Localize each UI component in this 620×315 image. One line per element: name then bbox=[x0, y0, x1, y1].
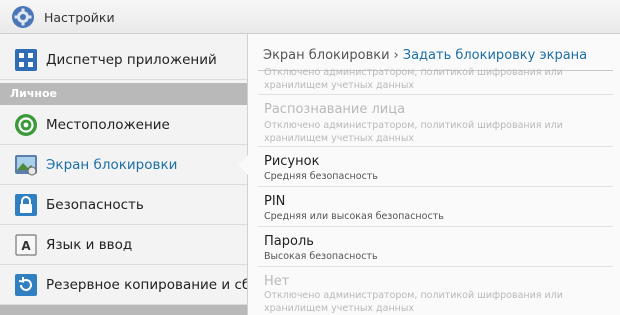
option-title: PIN bbox=[264, 194, 286, 209]
sidebar-item-language-input[interactable]: A Язык и ввод bbox=[0, 225, 247, 265]
sidebar-item-label: Язык и ввод bbox=[46, 237, 133, 253]
backup-icon bbox=[15, 274, 37, 296]
option-subtitle: Высокая безопасность bbox=[264, 251, 378, 262]
sidebar-item-lock-screen[interactable]: Экран блокировки bbox=[0, 145, 247, 185]
option-title: Распознавание лица bbox=[264, 102, 406, 117]
lock-screen-icon bbox=[15, 155, 37, 176]
option-subtitle: Отключено администратором, политикой шиф… bbox=[264, 290, 563, 314]
option-row-pattern[interactable]: Рисунок Средняя безопасность bbox=[258, 147, 613, 187]
section-header-personal: Личное bbox=[0, 83, 247, 105]
location-icon bbox=[15, 114, 37, 136]
sidebar-item-security[interactable]: Безопасность bbox=[0, 185, 247, 225]
breadcrumb-parent[interactable]: Экран блокировки bbox=[263, 48, 390, 63]
option-row-pin[interactable]: PIN Средняя или высокая безопасность bbox=[258, 187, 613, 227]
option-title: Рисунок bbox=[264, 154, 320, 169]
detail-pane: Экран блокировки › Задать блокировку экран… bbox=[248, 34, 620, 315]
sidebar-item-app-manager[interactable]: Диспетчер приложений bbox=[0, 40, 247, 80]
option-subtitle: Отключено администратором, политикой шиф… bbox=[264, 120, 563, 144]
section-header-next bbox=[0, 305, 247, 315]
option-title: Нет bbox=[264, 274, 290, 289]
sidebar-item-label: Резервное копирование и сб... bbox=[46, 277, 247, 293]
selection-pointer bbox=[238, 155, 248, 175]
breadcrumb: Экран блокировки › Задать блокировку экран… bbox=[263, 48, 587, 63]
padlock-icon bbox=[15, 194, 37, 216]
option-row-password[interactable]: Пароль Высокая безопасность bbox=[258, 227, 613, 267]
breadcrumb-separator: › bbox=[393, 48, 399, 63]
settings-sidebar: Диспетчер приложений Личное Местоположен… bbox=[0, 34, 247, 315]
action-bar: Настройки bbox=[0, 0, 620, 34]
keyboard-a-icon: A bbox=[15, 234, 37, 256]
option-subtitle: Средняя безопасность bbox=[264, 171, 378, 182]
app-title: Настройки bbox=[44, 10, 115, 25]
breadcrumb-current: Задать блокировку экрана bbox=[402, 48, 588, 63]
option-row-face-unlock[interactable]: Распознавание лица Отключено администрат… bbox=[258, 95, 613, 147]
section-label: Личное bbox=[10, 87, 58, 100]
svg-text:A: A bbox=[21, 239, 31, 253]
sidebar-item-label: Экран блокировки bbox=[46, 157, 178, 173]
option-row-none[interactable]: Нет Отключено администратором, политикой… bbox=[258, 267, 613, 315]
sidebar-item-label: Диспетчер приложений bbox=[46, 52, 217, 68]
option-subtitle: Средняя или высокая безопасность bbox=[264, 211, 444, 222]
sidebar-item-backup-reset[interactable]: Резервное копирование и сб... bbox=[0, 265, 247, 305]
sidebar-item-location[interactable]: Местоположение bbox=[0, 105, 247, 145]
option-subtitle: Отключено администратором, политикой шиф… bbox=[264, 67, 563, 91]
option-row-swipe[interactable]: Отключено администратором, политикой шиф… bbox=[258, 62, 613, 95]
option-title: Пароль bbox=[264, 234, 314, 249]
sidebar-item-label: Безопасность bbox=[46, 197, 144, 213]
settings-gear-icon[interactable] bbox=[11, 5, 35, 29]
app-grid-icon bbox=[15, 49, 37, 71]
sidebar-item-label: Местоположение bbox=[46, 117, 170, 133]
